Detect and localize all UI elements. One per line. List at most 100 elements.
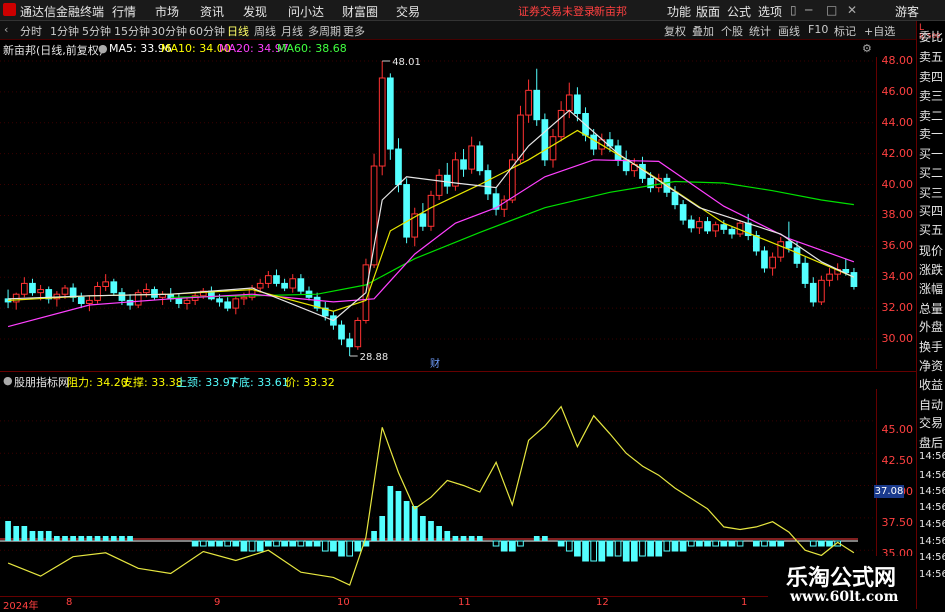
guest-label[interactable]: 游客 [895,3,919,20]
candle-body [850,272,858,287]
app-title: 通达信金融终端 [20,5,105,19]
indicator-bar [387,486,394,541]
period-30min[interactable]: 30分钟 [151,23,187,39]
period-day[interactable]: 日线 [227,23,249,39]
prev-icon[interactable]: ‹ [4,23,8,36]
menu-gongshi[interactable]: 公式 [727,3,751,20]
side-item-13[interactable]: 涨幅 [919,280,943,297]
side-item-17[interactable]: 净资 [919,357,943,374]
candle-body [386,77,394,150]
indicator-bar [492,540,500,547]
candle-body [61,287,69,295]
restore-icon[interactable]: □ [826,3,837,17]
indicator-dot-icon[interactable]: ● [3,374,13,387]
mark-button[interactable]: 标记 [834,23,856,39]
period-multi[interactable]: 多周期 [308,23,341,39]
indicator-bar [321,540,329,552]
stock-button[interactable]: 个股 [721,23,743,39]
close-icon[interactable]: ✕ [847,3,857,17]
candle-body [183,299,191,304]
indicator-bar [557,540,565,547]
candle-body [142,289,150,294]
indicator-chart[interactable] [0,389,876,597]
candle-body [761,250,768,269]
period-month[interactable]: 月线 [281,23,303,39]
side-item-19[interactable]: 自动 [919,396,943,413]
side-item-14[interactable]: 总量 [919,300,943,317]
side-item-5[interactable]: 卖一 [919,125,943,142]
stats-button[interactable]: 统计 [749,23,771,39]
side-item-12[interactable]: 涨跌 [919,261,943,278]
candlestick-chart[interactable]: 48.01 28.88 财 [0,57,876,369]
side-item-26[interactable]: 14:56 [919,519,945,530]
side-item-15[interactable]: 外盘 [919,318,943,335]
side-item-29[interactable]: 14:56 [919,569,945,580]
quote-side-panel[interactable]: L R 500 委比 卖五 卖四 卖三 卖二 卖一 买一 买二 买三 买四 买五 现价 涨跌 涨幅 总量 外盘… [916,21,945,609]
menu-zixun[interactable]: 资讯 [200,3,224,20]
x-tick: 8 [66,597,73,608]
menu-shichang[interactable]: 市场 [155,3,179,20]
side-item-3[interactable]: 卖三 [919,87,943,104]
menu-caifuquan[interactable]: 财富圈 [342,3,378,20]
side-item-20[interactable]: 交易 [919,414,943,431]
f10-button[interactable]: F10 [808,23,828,36]
menu-xuanxiang[interactable]: 选项 [758,3,782,20]
side-item-1[interactable]: 卖五 [919,48,943,65]
side-item-8[interactable]: 买三 [919,184,943,201]
side-item-4[interactable]: 卖二 [919,107,943,124]
menu-wenxiaoda[interactable]: 问小达 [288,3,324,20]
menu-faxian[interactable]: 发现 [243,3,267,20]
side-item-24[interactable]: 14:56 [919,486,945,497]
phone-icon[interactable]: ▯ [790,3,797,17]
menu-hangqing[interactable]: 行情 [112,3,136,20]
side-item-0[interactable]: 委比 [919,28,943,45]
menu-jiaoyi[interactable]: 交易 [396,3,420,20]
settings-icon[interactable]: ⚙ [862,42,872,55]
indicator-bar [582,540,589,562]
fuquan-button[interactable]: 复权 [664,23,686,39]
candle-body [565,94,573,111]
indicator-bar [411,506,418,541]
watermark: 乐淘公式网 www.60lt.com [768,556,916,609]
candle-body [671,191,679,206]
menu-banmian[interactable]: 版面 [696,3,720,20]
indicator-bar [508,540,516,552]
overlay-button[interactable]: 叠加 [692,23,714,39]
login-notice[interactable]: 证券交易未登录 [518,3,595,19]
pane-divider[interactable] [0,371,916,372]
legend-dot-icon[interactable]: ● [98,42,108,55]
period-1min[interactable]: 1分钟 [50,23,79,39]
period-60min[interactable]: 60分钟 [189,23,225,39]
period-week[interactable]: 周线 [254,23,276,39]
side-item-16[interactable]: 换手 [919,338,943,355]
side-item-7[interactable]: 买二 [919,164,943,181]
period-fenshi[interactable]: 分时 [20,23,42,39]
y-tick: 36.00 [881,239,914,252]
side-item-9[interactable]: 买四 [919,202,943,219]
period-5min[interactable]: 5分钟 [82,23,111,39]
side-item-21[interactable]: 盘后 [919,434,943,451]
indicator-bar [5,521,11,541]
period-more[interactable]: 更多 [343,23,365,39]
indicator-bar [752,540,760,547]
main-chart-legend: 新亩邦(日线,前复权) ● MA5: 33.96 MA10: 34.00 MA2… [0,41,900,57]
side-item-23[interactable]: 14:56 [919,470,945,481]
period-15min[interactable]: 15分钟 [114,23,150,39]
side-item-18[interactable]: 收益 [919,376,943,393]
minimize-icon[interactable]: ─ [805,3,812,17]
side-item-11[interactable]: 现价 [919,242,943,259]
candle-body [216,298,223,303]
candle-body [622,159,630,172]
side-item-2[interactable]: 卖四 [919,68,943,85]
side-item-22[interactable]: 14:56 [919,451,945,462]
side-item-25[interactable]: 14:56 [919,502,945,513]
side-item-27[interactable]: 14:56 [919,536,945,547]
side-item-6[interactable]: 买一 [919,145,943,162]
indicator-bar [313,540,321,547]
side-item-28[interactable]: 14:56 [919,552,945,563]
side-item-10[interactable]: 买五 [919,221,943,238]
watermark-text: 乐淘公式网 [786,566,897,591]
menu-gongneng[interactable]: 功能 [667,3,691,20]
add-watchlist-button[interactable]: +自选 [864,23,895,39]
draw-button[interactable]: 画线 [778,23,800,39]
